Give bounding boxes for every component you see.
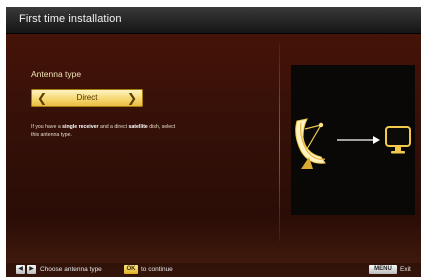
antenna-type-selector[interactable]: ❮ Direct ❯ [31, 89, 143, 107]
antenna-type-value: Direct [76, 93, 98, 102]
ok-button[interactable]: OK [124, 265, 138, 274]
antenna-type-label: Antenna type [31, 69, 82, 79]
footer-ok-hint: to continue [141, 266, 173, 273]
footer-bar: ◀ ▶ Choose antenna type OK to continue M… [6, 263, 421, 277]
arrow-right-icon [337, 136, 380, 144]
chevron-left-icon[interactable]: ❮ [35, 90, 49, 106]
illustration-graphic [295, 118, 411, 169]
tv-icon [385, 126, 411, 154]
header-bar: First time installation [6, 7, 421, 34]
menu-button[interactable]: MENU [369, 265, 397, 274]
satellite-dish-icon [295, 118, 326, 169]
antenna-illustration [291, 65, 415, 215]
right-arrow-key-icon: ▶ [27, 265, 36, 274]
page-title: First time installation [19, 13, 122, 25]
tv-screen: First time installation Antenna type ❮ D… [6, 7, 421, 277]
antenna-description: If you have a single receiver and a dire… [31, 124, 176, 138]
left-arrow-key-icon: ◀ [16, 265, 25, 274]
chevron-right-icon[interactable]: ❯ [125, 90, 139, 106]
footer-nav-hint: Choose antenna type [40, 266, 102, 273]
footer-exit-label: Exit [400, 266, 411, 273]
panel-divider [279, 43, 280, 241]
